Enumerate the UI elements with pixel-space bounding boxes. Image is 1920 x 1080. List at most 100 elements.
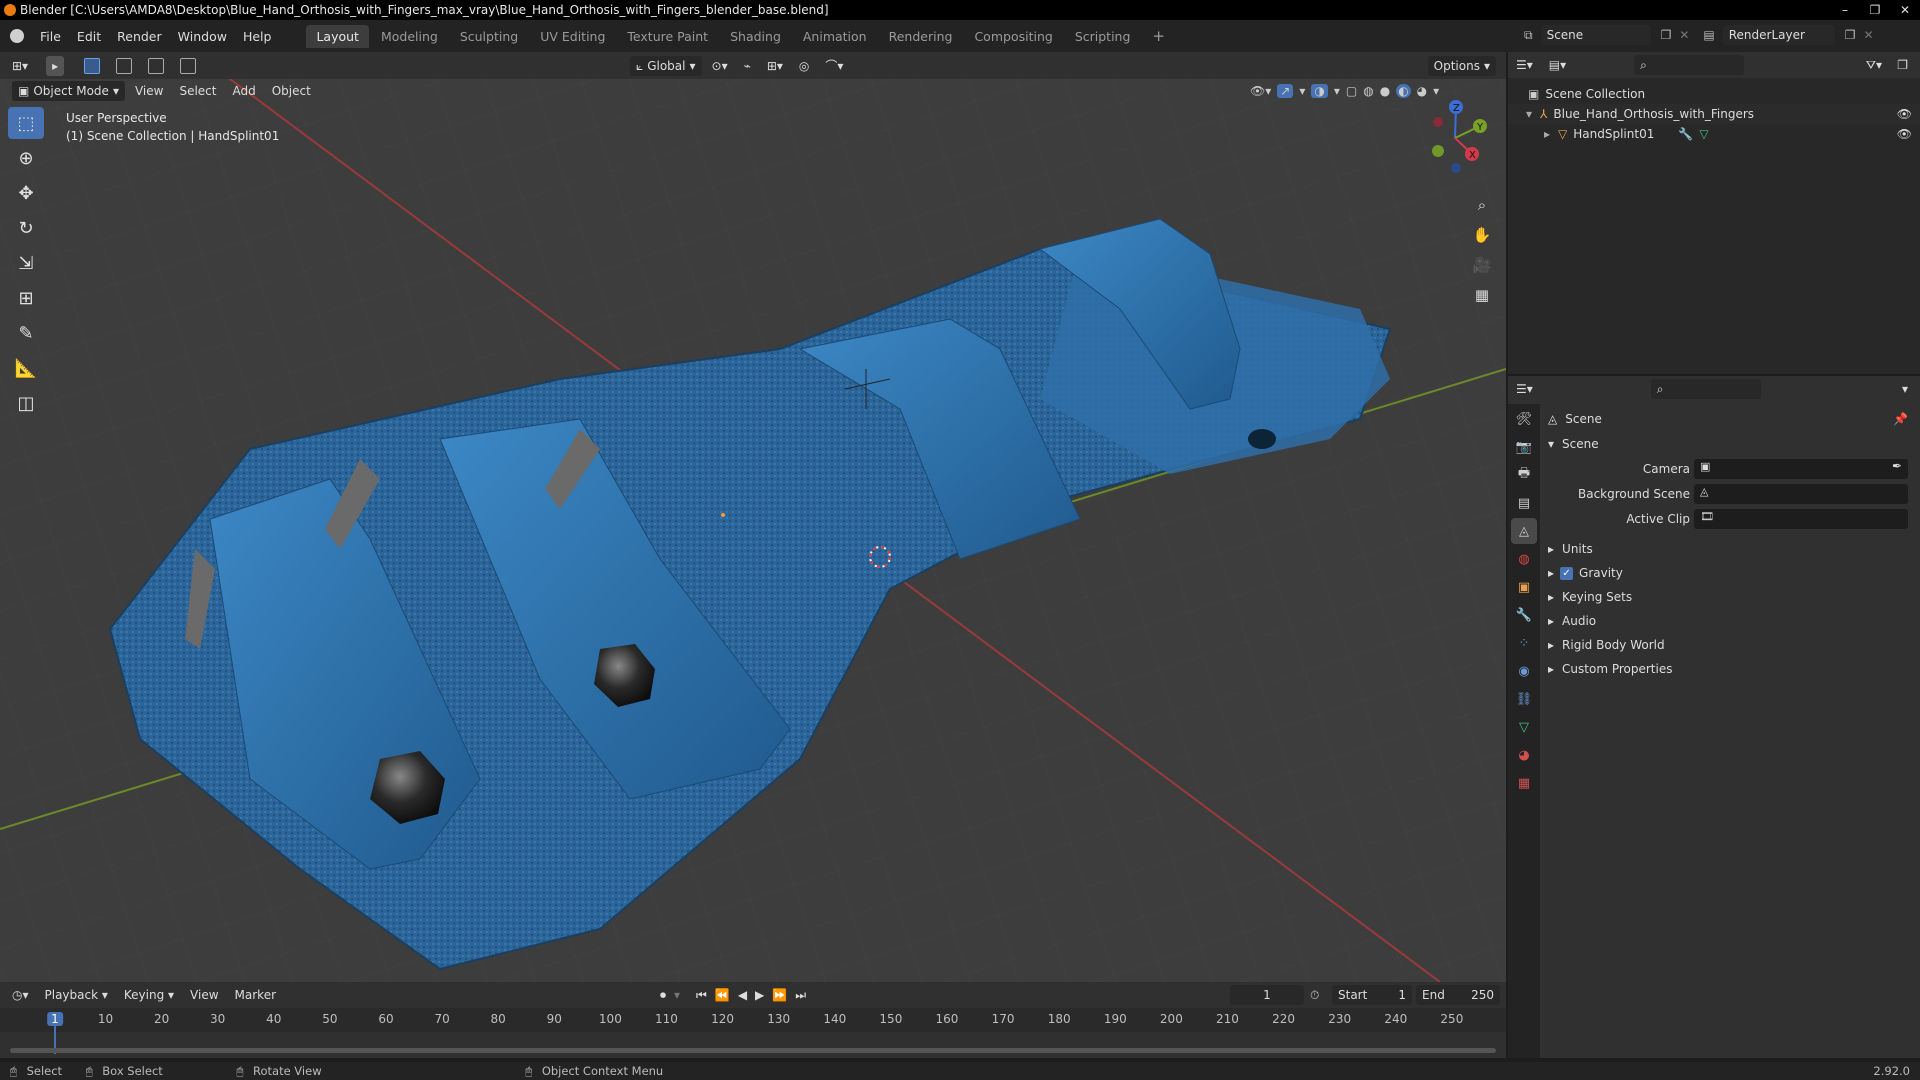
scale-tool-icon[interactable]: ⇲ [8,247,44,279]
pin-icon[interactable]: 📌 [1893,412,1908,426]
navigation-gizmo[interactable]: Z Y X [1410,93,1500,183]
tab-uv-editing[interactable]: UV Editing [530,25,615,48]
properties-options-icon[interactable]: ▾ [1896,379,1914,399]
start-frame-field[interactable]: Start 1 [1332,985,1412,1005]
units-panel-header[interactable]: ▸ Units [1548,538,1912,560]
snap-icon[interactable]: ⌁ [738,56,757,76]
expand-arrow-icon[interactable]: ▸ [1544,127,1550,141]
select-mode-new-icon[interactable] [78,56,106,76]
select-mode-invert-icon[interactable] [174,56,202,76]
timeline-menu-keying[interactable]: Keying ▾ [116,988,182,1002]
tab-scripting[interactable]: Scripting [1065,25,1141,48]
3d-viewport[interactable]: ▣ Object Mode ▾ View Select Add Object 👁▾… [0,79,1506,982]
custom-properties-panel-header[interactable]: ▸ Custom Properties [1548,658,1912,680]
timeline-editor-type-icon[interactable]: ◷▾ [6,985,35,1005]
rotate-tool-icon[interactable]: ↻ [8,212,44,244]
jump-next-key-icon[interactable]: ⏩ [772,988,787,1003]
tab-shading[interactable]: Shading [720,25,791,48]
gizmo-toggle-icon[interactable]: ↗ [1277,84,1294,98]
eyedropper-icon[interactable]: ✒ [1892,459,1902,473]
new-collection-icon[interactable]: ❐ [1891,55,1914,75]
constraints-tab-icon[interactable]: ⛓ [1511,686,1537,712]
view-layer-selector[interactable]: RenderLayer [1722,25,1835,45]
outliner-filter-icon[interactable]: ⛛▾ [1860,55,1888,75]
current-frame-field[interactable]: 1 [1230,985,1304,1005]
particles-tab-icon[interactable]: ⁘ [1511,630,1537,656]
modifier-tab-icon[interactable]: 🔧 [1511,602,1537,628]
visibility-eye-icon[interactable]: 👁 [1897,127,1912,141]
output-tab-icon[interactable]: 🖶 [1511,462,1537,488]
rigid-body-world-panel-header[interactable]: ▸ Rigid Body World [1548,634,1912,656]
select-mode-extend-icon[interactable] [110,56,138,76]
new-scene-icon[interactable]: ❐ [1661,28,1672,42]
scene-panel-header[interactable]: ▾ Scene [1548,433,1912,455]
play-icon[interactable]: ▶ [755,988,764,1003]
move-tool-icon[interactable]: ✥ [8,177,44,209]
scene-tab-icon[interactable]: ◬ [1511,518,1537,544]
annotate-tool-icon[interactable]: ✎ [8,317,44,349]
outliner-editor-type-icon[interactable]: ☰▾ [1510,55,1539,75]
expand-arrow-icon[interactable]: ▾ [1526,107,1532,121]
jump-end-icon[interactable]: ⏭ [795,988,806,1003]
gravity-checkbox[interactable]: ✓ [1560,566,1574,580]
menu-file[interactable]: File [32,29,69,44]
select-tool-icon[interactable]: ▸ [46,55,65,76]
zoom-icon[interactable]: ⌕ [1469,192,1495,218]
transform-orientation-dropdown[interactable]: ⟀ Global ▾ [630,55,702,76]
timeline-menu-marker[interactable]: Marker [227,988,284,1002]
select-mode-subtract-icon[interactable] [142,56,170,76]
auto-keying-icon[interactable]: ⏺ [660,988,666,1003]
close-button[interactable]: ✕ [1890,0,1920,20]
object-tab-icon[interactable]: ▣ [1511,574,1537,600]
viewport-scene[interactable] [0,79,1506,982]
viewport-menu-view[interactable]: View [127,84,171,98]
xray-icon[interactable]: ▢ [1346,84,1357,98]
modifier-wrench-icon[interactable]: 🔧 [1678,127,1693,141]
pivot-point-icon[interactable]: ⊙▾ [706,56,734,76]
visibility-eye-icon[interactable]: 👁 [1897,107,1912,121]
gizmo-dropdown-icon[interactable]: ▾ [1299,84,1305,98]
tab-rendering[interactable]: Rendering [879,25,963,48]
measure-tool-icon[interactable]: 📐 [8,352,44,384]
cursor-tool-icon[interactable]: ⊕ [8,142,44,174]
camera-field[interactable]: ▣ ✒ [1694,459,1908,479]
active-clip-field[interactable]: 🎞 [1694,509,1908,529]
keying-dropdown-icon[interactable]: ▾ [674,988,680,1003]
render-tab-icon[interactable]: 📷 [1511,434,1537,460]
tab-modeling[interactable]: Modeling [371,25,448,48]
viewport-menu-object[interactable]: Object [264,84,319,98]
view-layer-tab-icon[interactable]: ▤ [1511,490,1537,516]
tab-compositing[interactable]: Compositing [964,25,1062,48]
scene-icon[interactable]: ⧉ [1524,28,1533,43]
proportional-edit-icon[interactable]: ◎ [793,56,815,76]
mode-dropdown[interactable]: ▣ Object Mode ▾ [12,81,125,101]
menu-edit[interactable]: Edit [69,29,109,44]
outliner-search-input[interactable]: ⌕ [1634,55,1745,75]
world-tab-icon[interactable]: ◍ [1511,546,1537,572]
jump-start-icon[interactable]: ⏮ [696,988,707,1003]
tool-tab-icon[interactable]: 🛠 [1511,406,1537,432]
overlay-dropdown-icon[interactable]: ▾ [1334,84,1340,98]
menu-window[interactable]: Window [170,29,235,44]
delete-view-layer-icon[interactable]: ✕ [1864,28,1874,42]
outliner-row-handsplint[interactable]: ▸ ▽ HandSplint01 🔧 ▽ 👁 [1508,124,1920,144]
blender-menu-icon[interactable] [10,29,24,43]
menu-help[interactable]: Help [235,29,280,44]
outliner-display-mode-icon[interactable]: ▤▾ [1543,55,1572,75]
play-reverse-icon[interactable]: ◀ [738,988,747,1003]
timeline-menu-playback[interactable]: Playback ▾ [37,988,116,1002]
properties-editor-type-icon[interactable]: ☰▾ [1510,379,1539,399]
background-scene-field[interactable]: ◬ [1694,484,1908,504]
viewport-menu-add[interactable]: Add [224,84,263,98]
overlay-toggle-icon[interactable]: ◑ [1311,84,1328,98]
transform-tool-icon[interactable]: ⊞ [8,282,44,314]
frame-ruler[interactable]: 1 10 20 30 40 50 60 70 80 90 100 110 120 130 140 150 160… [0,1008,1506,1032]
viewport-menu-select[interactable]: Select [171,84,224,98]
timeline-scrollbar[interactable] [10,1048,1496,1053]
add-workspace-button[interactable]: + [1142,23,1175,49]
options-dropdown[interactable]: Options ▾ [1427,55,1496,76]
minimize-button[interactable]: – [1830,0,1860,20]
scene-selector[interactable]: Scene [1540,25,1651,45]
data-tab-icon[interactable]: ▽ [1511,714,1537,740]
maximize-button[interactable]: ❐ [1860,0,1890,20]
